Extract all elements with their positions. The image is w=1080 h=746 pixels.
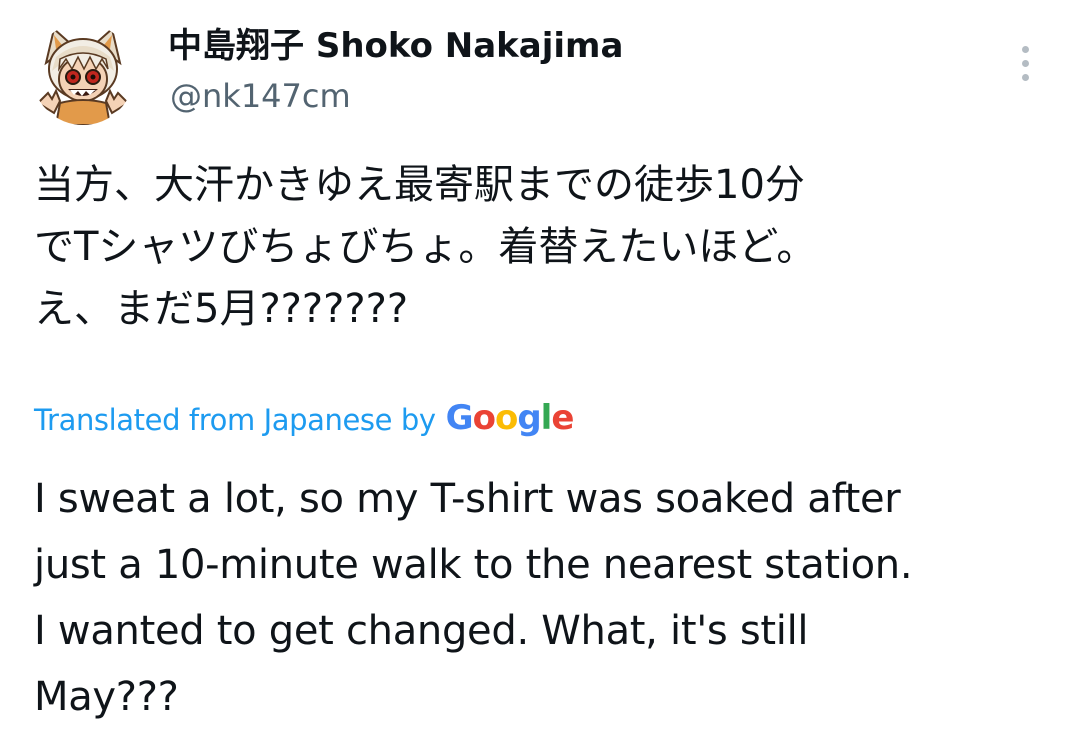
user-handle[interactable]: @nk147cm <box>170 76 351 116</box>
google-logo: Google <box>445 398 575 438</box>
tweet-translated-text: I sweat a lot, so my T-shirt was soaked … <box>34 466 1064 730</box>
translated-text-line: I wanted to get changed. What, it's stil… <box>34 608 809 654</box>
translated-from-label: Translated from Japanese by <box>34 403 436 437</box>
tweet-text-line: え、まだ5月??????? <box>34 286 409 332</box>
translated-text-line: I sweat a lot, so my T-shirt was soaked … <box>34 476 901 522</box>
tweet-text-line: でTシャツびちょびちょ。着替えたいほど。 <box>34 224 817 270</box>
user-avatar-illustration-icon <box>32 23 134 125</box>
tweet-card: 中島翔子 Shoko Nakajima @nk147cm 当方、大汗かきゆえ最寄… <box>0 0 1080 746</box>
tweet-text-line: 当方、大汗かきゆえ最寄駅までの徒歩10分 <box>34 162 805 208</box>
translated-text-line: May??? <box>34 674 179 720</box>
translated-text-line: just a 10-minute walk to the nearest sta… <box>34 542 913 588</box>
translation-attribution-link[interactable]: Translated from Japanese by Google <box>34 396 575 444</box>
tweet-original-text: 当方、大汗かきゆえ最寄駅までの徒歩10分 でTシャツびちょびちょ。着替えたいほど… <box>34 154 1054 340</box>
display-name[interactable]: 中島翔子 Shoko Nakajima <box>168 24 623 68</box>
more-options-button[interactable] <box>1010 40 1040 86</box>
avatar[interactable] <box>32 23 134 125</box>
